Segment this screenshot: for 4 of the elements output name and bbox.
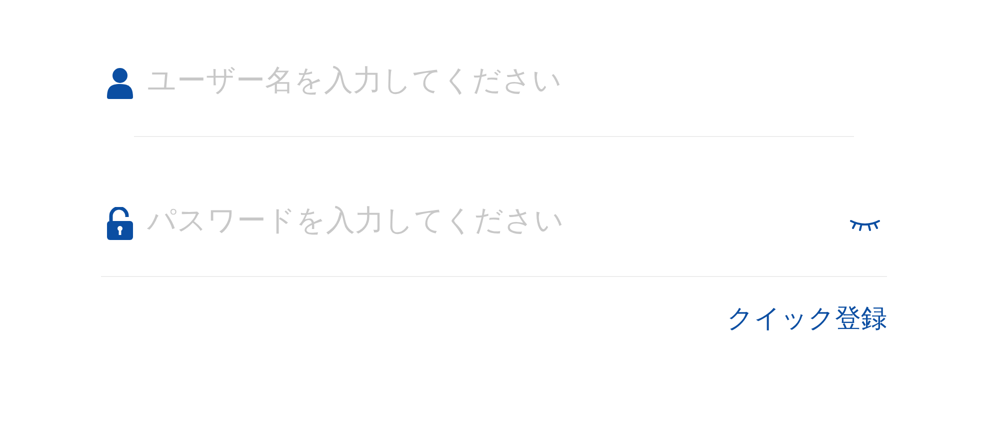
- closed-eye-icon[interactable]: [850, 219, 880, 231]
- padlock-icon: [106, 207, 134, 240]
- user-icon: [106, 67, 134, 99]
- quick-register-link[interactable]: クイック登録: [727, 305, 887, 331]
